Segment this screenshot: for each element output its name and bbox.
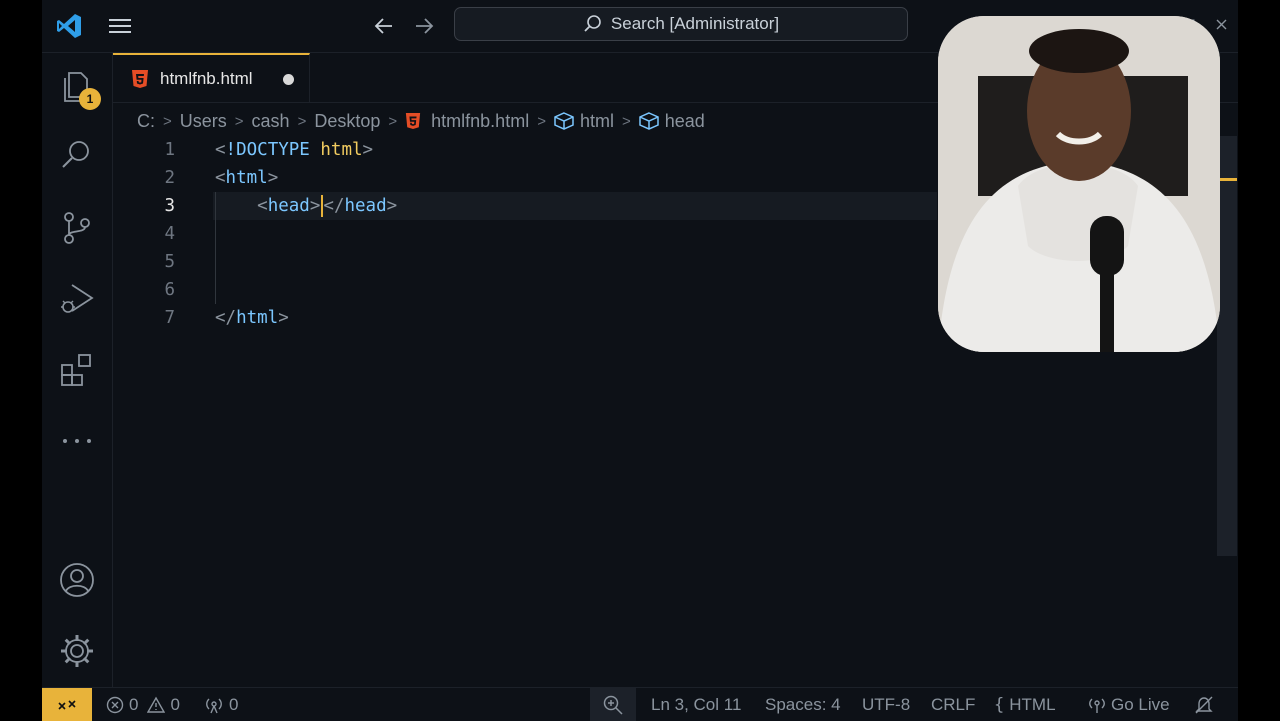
code-text: <head> </head> (257, 195, 398, 217)
breadcrumb-html[interactable]: html (580, 111, 614, 132)
chevron-right-icon: > (388, 112, 398, 130)
code-text: <!DOCTYPE html> (215, 140, 374, 160)
chevron-right-icon: > (234, 112, 244, 130)
ports-indicator[interactable]: 0 (204, 695, 238, 715)
line-number: 5 (164, 252, 175, 272)
breadcrumb: C: > Users > cash > Desktop > htmlfnb.ht… (137, 108, 705, 134)
run-debug-icon (61, 284, 94, 313)
search-placeholder: Search [Administrator] (610, 14, 780, 33)
html5-icon (406, 113, 421, 129)
chevron-right-icon: > (537, 112, 546, 130)
line-number: 6 (164, 280, 175, 300)
chevron-right-icon: > (163, 112, 172, 130)
command-search-box[interactable]: Search [Administrator] (454, 7, 908, 41)
remote-button[interactable] (42, 688, 92, 721)
zoom-icon (603, 695, 623, 715)
run-debug-button[interactable] (59, 280, 95, 316)
explorer-badge: 1 (79, 88, 101, 110)
extensions-button[interactable] (59, 352, 95, 388)
source-control-button[interactable] (59, 210, 95, 246)
manage-button[interactable] (59, 633, 95, 669)
ports-count: 0 (229, 695, 239, 714)
tab-htmlfnb[interactable]: htmlfnb.html (113, 53, 310, 102)
scrollbar-cursor-marker (1217, 178, 1237, 181)
webcam-overlay (938, 16, 1220, 352)
problems-indicator[interactable]: 0 0 (106, 695, 180, 715)
status-bar: 0 0 0 Ln 3, Col 11 Spaces: 4 UTF-8 CRLF (42, 687, 1238, 721)
arrow-right-icon[interactable] (412, 14, 436, 38)
source-control-icon (64, 212, 90, 244)
activity-bar: 1 (42, 53, 113, 687)
line-number: 1 (164, 140, 175, 160)
broadcast-icon (1089, 698, 1105, 713)
zoom-button[interactable] (590, 688, 636, 721)
gear-icon (61, 635, 93, 667)
warnings-count: 0 (170, 695, 180, 714)
cursor-position[interactable]: Ln 3, Col 11 (651, 695, 741, 715)
language-label: HTML (1009, 695, 1056, 714)
errors-count: 0 (129, 695, 139, 714)
line-number: 2 (164, 168, 175, 188)
presenter-image (938, 16, 1220, 352)
go-live-button[interactable]: Go Live (1088, 695, 1170, 715)
editor-scrollbar[interactable] (1217, 136, 1237, 556)
warning-icon (147, 696, 166, 713)
chevron-right-icon: > (621, 112, 631, 130)
hamburger-menu-icon[interactable] (108, 16, 132, 36)
line-number: 4 (164, 224, 175, 244)
line-number: 3 (164, 196, 175, 216)
line-ending[interactable]: CRLF (931, 695, 975, 715)
accounts-button[interactable] (59, 562, 95, 598)
language-mode[interactable]: { HTML (994, 695, 1056, 715)
go-live-label: Go Live (1111, 695, 1170, 714)
notifications-button[interactable] (1194, 695, 1214, 715)
indentation[interactable]: Spaces: 4 (765, 695, 841, 715)
remote-icon (58, 699, 76, 710)
html5-icon (132, 70, 148, 88)
symbol-element-icon (554, 112, 574, 130)
search-view-button[interactable] (59, 137, 95, 173)
chevron-right-icon: > (297, 112, 307, 130)
extensions-icon (61, 354, 91, 386)
vscode-logo-icon (57, 14, 81, 38)
arrow-left-icon[interactable] (372, 14, 396, 38)
tab-label: htmlfnb.html (160, 69, 253, 88)
search-icon (62, 141, 89, 168)
encoding[interactable]: UTF-8 (862, 695, 910, 715)
line-number: 7 (164, 308, 175, 328)
close-window-icon[interactable] (1214, 14, 1230, 36)
breadcrumb-file[interactable]: htmlfnb.html (431, 111, 529, 132)
breadcrumb-drive[interactable]: C: (137, 111, 155, 132)
braces-icon: { (994, 695, 1005, 715)
search-icon (584, 15, 601, 32)
breadcrumb-users[interactable]: Users (180, 111, 227, 132)
bell-off-icon (1195, 696, 1213, 714)
more-button[interactable] (59, 423, 95, 459)
code-text: <html> (215, 168, 279, 188)
breadcrumb-desktop[interactable]: Desktop (314, 111, 380, 132)
error-icon (106, 696, 124, 714)
breadcrumb-cash[interactable]: cash (252, 111, 290, 132)
account-icon (60, 563, 94, 597)
more-dots-icon (63, 439, 91, 443)
unsaved-dot-icon[interactable] (283, 74, 294, 85)
breadcrumb-head[interactable]: head (665, 111, 705, 132)
broadcast-icon (206, 698, 222, 714)
symbol-element-icon (639, 112, 659, 130)
code-text: </html> (215, 308, 289, 328)
